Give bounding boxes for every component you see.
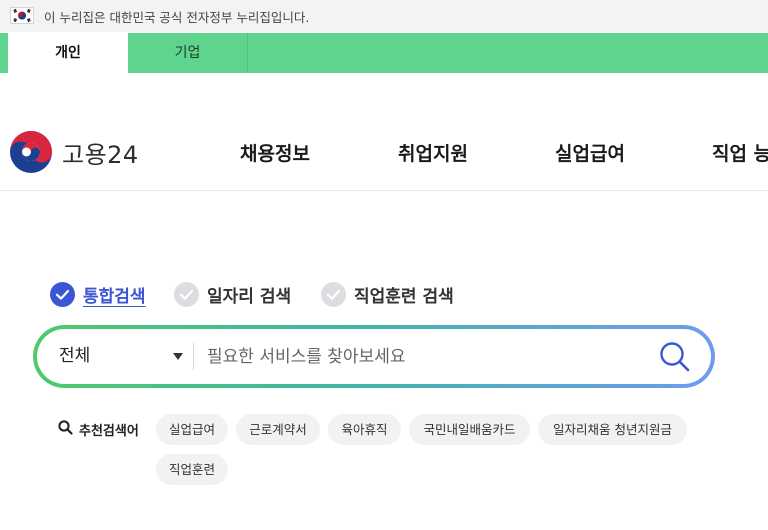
tab-personal[interactable]: 개인 — [8, 33, 128, 73]
search-input[interactable] — [207, 337, 637, 376]
nav-item-jobs[interactable]: 채용정보 — [240, 139, 310, 166]
gov-banner: 이 누리집은 대한민국 공식 전자정부 누리집입니다. — [0, 0, 768, 32]
check-circle-icon — [50, 282, 75, 307]
site-logo-text[interactable]: 고용24 — [62, 135, 139, 170]
search-inner: 전체 — [37, 329, 711, 384]
search-box: 전체 — [33, 325, 715, 388]
search-type-selector: 통합검색 일자리 검색 직업훈련 검색 — [0, 282, 768, 310]
search-scope-select[interactable]: 전체 — [59, 329, 90, 384]
nav-item-unemployment-benefits[interactable]: 실업급여 — [555, 139, 625, 166]
keyword-chip[interactable]: 일자리채움 청년지원금 — [538, 414, 687, 445]
search-type-integrated[interactable]: 통합검색 — [50, 282, 146, 307]
search-type-jobs[interactable]: 일자리 검색 — [174, 282, 291, 307]
keyword-chip[interactable]: 직업훈련 — [156, 454, 228, 485]
search-divider — [193, 343, 194, 370]
keyword-chip[interactable]: 육아휴직 — [328, 414, 401, 445]
recommended-keywords-text: 추천검색어 — [79, 424, 139, 439]
nav-item-employment-support[interactable]: 취업지원 — [398, 139, 468, 166]
gov-banner-text: 이 누리집은 대한민국 공식 전자정부 누리집입니다. — [44, 10, 310, 25]
caret-down-icon[interactable] — [173, 353, 183, 360]
keyword-chip[interactable]: 실업급여 — [156, 414, 228, 445]
search-type-label: 일자리 검색 — [207, 287, 292, 307]
keyword-chip[interactable]: 국민내일배움카드 — [409, 414, 530, 445]
search-icon[interactable] — [657, 339, 693, 375]
site-header: 고용24 채용정보 취업지원 실업급여 직업 능 — [0, 73, 768, 191]
search-type-label: 직업훈련 검색 — [354, 287, 454, 307]
search-type-training[interactable]: 직업훈련 검색 — [321, 282, 454, 307]
check-circle-icon — [174, 282, 199, 307]
search-type-label: 통합검색 — [83, 287, 146, 307]
search-icon — [58, 420, 73, 439]
nav-item-vocational[interactable]: 직업 능 — [712, 139, 768, 166]
recommended-keywords-label: 추천검색어 — [58, 420, 139, 439]
user-type-tabs: 개인 기업 — [0, 33, 768, 73]
korean-flag-icon — [10, 7, 34, 24]
check-circle-icon — [321, 282, 346, 307]
tab-divider — [247, 33, 248, 73]
keyword-chip[interactable]: 근로계약서 — [236, 414, 320, 445]
tab-business[interactable]: 기업 — [128, 33, 247, 73]
taegeuk-logo-icon[interactable] — [9, 130, 53, 174]
